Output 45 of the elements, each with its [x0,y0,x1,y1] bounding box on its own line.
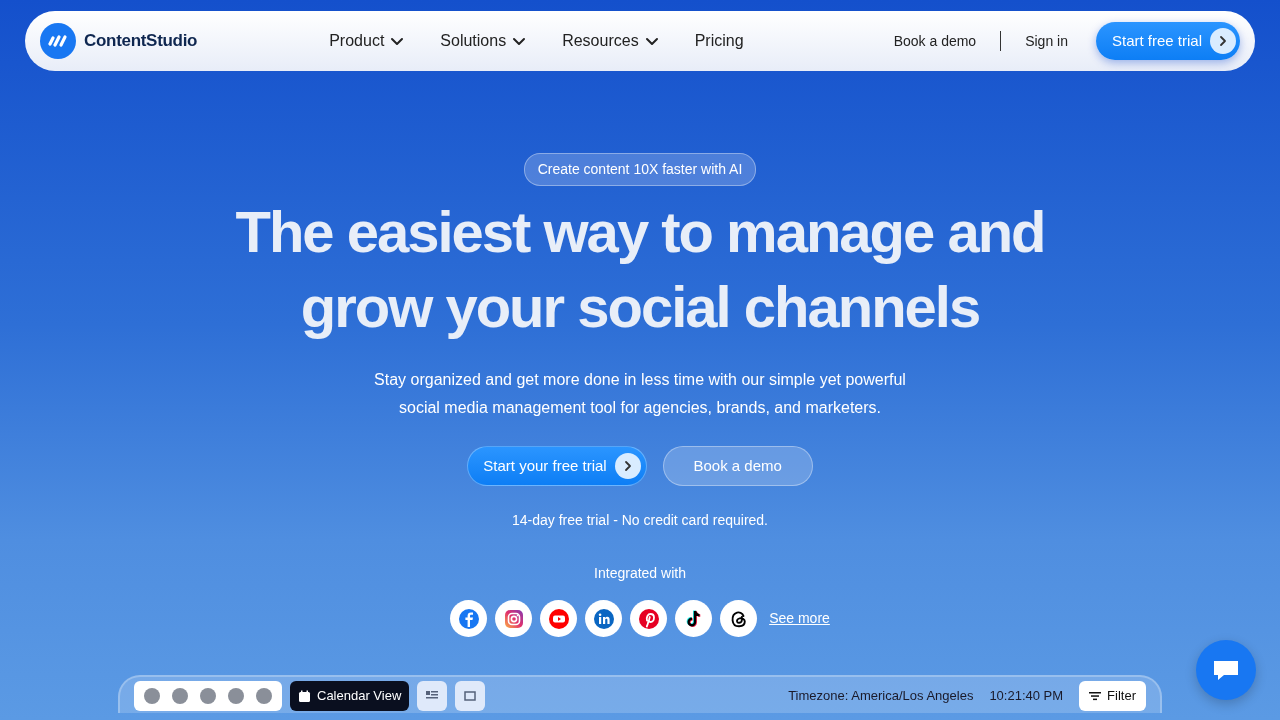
subtitle: Stay organized and get more done in less time with our simple yet powerful social media management tool for agencies, brands, and marketers. [373,370,907,418]
promo-badge: Create content 10X faster with AI [523,153,757,186]
instagram-icon [502,607,525,630]
logo-icon [40,23,76,59]
list-view-button[interactable] [417,681,448,711]
pinterest-icon [637,607,660,630]
avatar [228,688,244,704]
chat-button[interactable] [1196,640,1256,700]
chevron-down-icon [512,35,527,47]
avatar [172,688,188,704]
social-logo-button[interactable] [720,600,758,637]
calendar-icon [298,689,311,703]
nav-menu-item[interactable]: Product [329,29,405,53]
chevron-right-icon [614,453,641,479]
start-trial-button[interactable]: Start free trial [1095,22,1240,60]
chevron-down-icon [390,35,405,47]
nav-menu-item[interactable]: Resources [562,29,659,53]
book-demo-link[interactable]: Book a demo [893,30,977,52]
chevron-right-icon [1210,28,1236,54]
linkedin-icon [592,607,615,630]
square-icon [464,691,477,701]
integrations-label: Integrated with [593,564,687,583]
facebook-icon [457,607,480,630]
avatar [200,688,216,704]
headline: The easiest way to manage and [234,198,1046,266]
avatar [144,688,160,704]
chevron-down-icon [644,35,659,47]
avatar [256,688,272,704]
chat-bubble-icon [1212,658,1240,682]
social-logo-button[interactable] [675,600,713,637]
start-trial-button[interactable]: Start your free trial [467,446,647,486]
timezone-text: Timezone: America/Los Angeles [788,687,974,706]
nav-menu-item[interactable]: Pricing [694,29,744,53]
time-text: 10:21:40 PM [989,687,1064,706]
headline: grow your social channels [299,273,981,341]
nav-menu-item[interactable]: Solutions [440,29,527,53]
sign-in-link[interactable]: Sign in [1025,30,1072,52]
play-icon [547,607,570,630]
filter-icon [1089,691,1102,701]
calendar-view-button[interactable]: Calendar View [290,681,410,711]
grid-view-button[interactable] [455,681,486,711]
trial-note: 14-day free trial - No credit card required. [511,511,769,530]
filter-button[interactable]: Filter [1079,681,1146,711]
logo-text[interactable]: ContentStudio [84,28,198,54]
list-icon [426,691,439,701]
